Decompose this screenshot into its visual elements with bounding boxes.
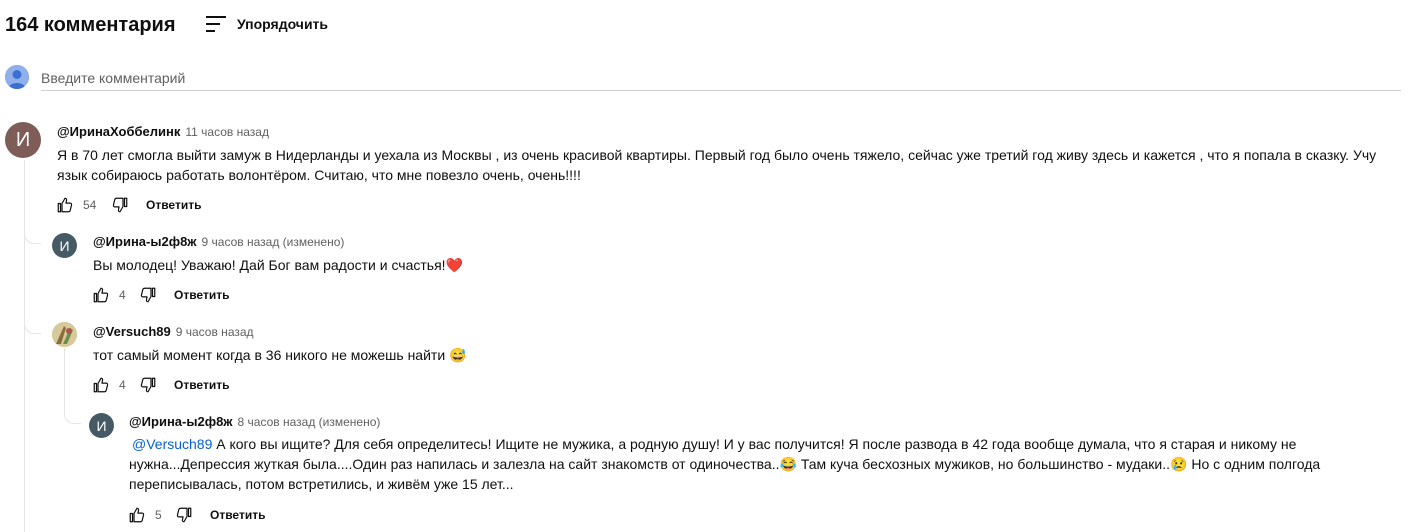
- like-button[interactable]: [127, 505, 147, 525]
- like-button[interactable]: [91, 285, 111, 305]
- dislike-button[interactable]: [138, 285, 158, 305]
- avatar[interactable]: И: [52, 233, 77, 258]
- like-count: 4: [119, 378, 126, 392]
- comment-line-text: Но с одним полгода: [1187, 456, 1321, 472]
- like-count: 4: [119, 288, 126, 302]
- comment-text: @Versuch89 А кого вы ищите? Для себя опр…: [129, 434, 1419, 494]
- comment-line: Вы молодец! Уважаю! Дай Бог вам радости …: [93, 257, 446, 273]
- thread-connector: [24, 228, 41, 244]
- comment-input[interactable]: [41, 66, 1401, 91]
- reply-button[interactable]: Ответить: [174, 288, 229, 302]
- laughing-emoji: 😂: [779, 456, 797, 472]
- reply-button[interactable]: Ответить: [174, 378, 229, 392]
- comment-line: @Versuch89 А кого вы ищите? Для себя опр…: [129, 434, 1419, 454]
- comment-line: тот самый момент когда в 36 никого не мо…: [93, 347, 446, 363]
- comment-text: тот самый момент когда в 36 никого не мо…: [93, 345, 466, 365]
- heart-emoji: ❤️: [445, 257, 463, 273]
- comment-line: Я в 70 лет смогла выйти замуж в Нидерлан…: [57, 147, 1377, 163]
- dislike-button[interactable]: [110, 195, 130, 215]
- thumbs-up-icon: [57, 197, 73, 213]
- sweat-smile-emoji: 😅: [449, 347, 467, 363]
- author-name[interactable]: @Versuch89: [93, 324, 171, 339]
- crying-emoji: 😢: [1170, 456, 1188, 472]
- comment-header: @Ирина-ы2ф8ж 9 часов назад (изменено): [93, 234, 344, 249]
- thread-line: [64, 348, 65, 398]
- dislike-button[interactable]: [174, 505, 194, 525]
- thread-connector: [64, 398, 81, 424]
- comment-line: нужна...Депрессия жуткая была....Один ра…: [129, 454, 1419, 474]
- like-count: 54: [83, 198, 97, 212]
- current-user-avatar: [5, 65, 29, 89]
- like-button[interactable]: [55, 195, 75, 215]
- comment-line: переписывалась, потом встретились, и жив…: [129, 476, 514, 492]
- comment-text: Вы молодец! Уважаю! Дай Бог вам радости …: [93, 255, 463, 275]
- reply-button[interactable]: Ответить: [210, 508, 265, 522]
- author-name[interactable]: @ИринаХоббелинк: [57, 124, 180, 139]
- avatar-letter: И: [15, 128, 31, 151]
- comment-line-text: Там куча бесхозных мужиков, но большинст…: [796, 456, 1171, 472]
- avatar-image: [52, 322, 77, 347]
- comment-header: @ИринаХоббелинк 11 часов назад: [57, 124, 269, 139]
- avatar[interactable]: И: [89, 413, 114, 438]
- comment-actions: 4 Ответить: [91, 285, 229, 305]
- comment-line: язык собираюсь работать волонтёром. Счит…: [57, 167, 581, 183]
- sort-button[interactable]: Упорядочить: [205, 14, 328, 34]
- like-count: 5: [155, 508, 162, 522]
- thumbs-down-icon: [140, 287, 156, 303]
- dislike-button[interactable]: [138, 375, 158, 395]
- timestamp[interactable]: 8 часов назад (изменено): [238, 415, 381, 429]
- comment-header: @Ирина-ы2ф8ж 8 часов назад (изменено): [129, 414, 380, 429]
- timestamp[interactable]: 11 часов назад: [185, 125, 269, 139]
- thumbs-down-icon: [112, 197, 128, 213]
- author-name[interactable]: @Ирина-ы2ф8ж: [129, 414, 233, 429]
- timestamp[interactable]: 9 часов назад: [176, 325, 254, 339]
- avatar-letter: И: [96, 417, 107, 434]
- thumbs-up-icon: [93, 377, 109, 393]
- thread-line: [24, 160, 25, 532]
- timestamp[interactable]: 9 часов назад (изменено): [202, 235, 345, 249]
- comment-actions: 5 Ответить: [127, 505, 265, 525]
- comment-text: Я в 70 лет смогла выйти замуж в Нидерлан…: [57, 145, 1417, 185]
- comments-count-title: 164 комментария: [5, 14, 176, 36]
- author-name[interactable]: @Ирина-ы2ф8ж: [93, 234, 197, 249]
- comment-line-text: нужна...Депрессия жуткая была....Один ра…: [129, 456, 780, 472]
- sort-icon: [205, 14, 227, 34]
- avatar-letter: И: [59, 237, 70, 254]
- sort-label: Упорядочить: [237, 16, 329, 32]
- mention-link[interactable]: @Versuch89: [132, 436, 212, 452]
- comment-actions: 54 Ответить: [55, 195, 201, 215]
- reply-button[interactable]: Ответить: [146, 198, 201, 212]
- thumbs-down-icon: [140, 377, 156, 393]
- thread-connector: [24, 318, 41, 334]
- thumbs-down-icon: [176, 507, 192, 523]
- avatar[interactable]: [52, 322, 77, 347]
- thumbs-up-icon: [129, 507, 145, 523]
- like-button[interactable]: [91, 375, 111, 395]
- comment-actions: 4 Ответить: [91, 375, 229, 395]
- comment-header: @Versuch89 9 часов назад: [93, 324, 254, 339]
- comment-line-text: А кого вы ищите? Для себя определитесь! …: [216, 436, 1297, 452]
- avatar[interactable]: И: [5, 122, 41, 158]
- thumbs-up-icon: [93, 287, 109, 303]
